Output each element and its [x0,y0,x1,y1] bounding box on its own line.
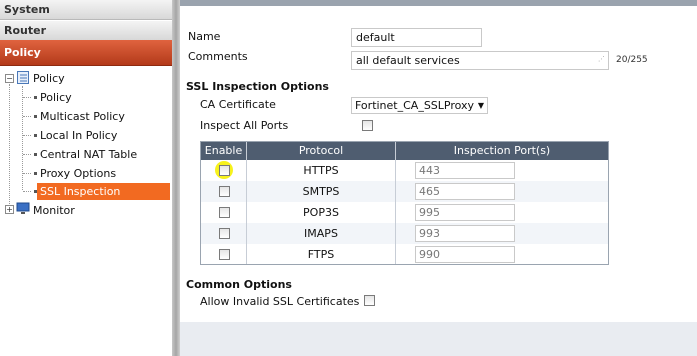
enable-https-checkbox[interactable] [219,165,230,176]
tree-connector [23,116,31,117]
ca-certificate-label: CA Certificate [200,98,276,111]
enable-ftps-checkbox[interactable] [219,249,230,260]
bullet-icon [34,134,37,137]
bullet-icon [34,172,37,175]
column-divider [246,142,247,264]
inspect-all-ports-checkbox[interactable] [362,120,373,131]
pop3s-port-input[interactable]: 995 [415,204,515,221]
tree-item-multicast-policy[interactable]: Multicast Policy [40,108,125,125]
table-row: FTPS 990 [201,244,608,265]
enable-smtps-checkbox[interactable] [219,186,230,197]
header-enable[interactable]: Enable [201,142,246,160]
allow-invalid-ssl-label: Allow Invalid SSL Certificates [200,295,360,308]
name-input[interactable]: default [351,28,482,47]
tree-item-monitor[interactable]: Monitor [33,202,75,219]
policy-list-icon [17,71,29,84]
expand-monitor-button[interactable]: + [5,205,14,214]
inspect-all-ports-label: Inspect All Ports [200,119,289,132]
comments-counter: 20/255 [616,55,648,65]
tree-connector [22,86,23,190]
protocol-cell: SMTPS [302,185,340,198]
tree-item-central-nat-table[interactable]: Central NAT Table [40,146,137,163]
dropdown-arrow-icon: ▼ [477,101,484,110]
bullet-icon [34,153,37,156]
imaps-port-input[interactable]: 993 [415,225,515,242]
comments-label: Comments [188,50,248,63]
menu-policy[interactable]: Policy [0,40,172,66]
monitor-icon [16,202,30,214]
common-options-heading: Common Options [186,278,292,291]
ssl-inspection-options-heading: SSL Inspection Options [186,80,329,93]
table-row: HTTPS 443 [201,160,608,181]
smtps-port-input[interactable]: 465 [415,183,515,200]
resize-grip-icon[interactable]: ⋰ [598,55,605,63]
ftps-port-input[interactable]: 990 [415,246,515,263]
navigation-panel: System Router Policy − Policy Policy Mul… [0,0,172,356]
menu-system[interactable]: System [0,0,172,20]
enable-imaps-checkbox[interactable] [219,228,230,239]
top-border [180,0,697,6]
name-label: Name [188,30,221,43]
header-protocol[interactable]: Protocol [247,142,395,160]
ssl-inspection-form: Name default Comments all default servic… [180,0,697,356]
tree-connector [23,97,31,98]
protocol-cell: IMAPS [304,227,338,240]
protocol-cell: POP3S [303,206,339,219]
bullet-icon [34,115,37,118]
tree-item-local-in-policy[interactable]: Local In Policy [40,127,117,144]
footer-area [180,322,697,356]
table-row: IMAPS 993 [201,223,608,244]
tree-connector [9,84,10,212]
tree-connector [23,191,31,192]
panel-splitter[interactable] [172,0,180,356]
protocol-cell: FTPS [307,248,335,261]
column-divider [395,142,396,264]
protocol-cell: HTTPS [303,164,339,177]
menu-router[interactable]: Router [0,21,172,41]
ca-certificate-select[interactable]: Fortinet_CA_SSLProxy ▼ [351,97,488,114]
tree-item-ssl-inspection[interactable]: SSL Inspection [37,183,170,200]
https-port-input[interactable]: 443 [415,162,515,179]
comments-textarea[interactable]: all default services [351,51,609,70]
tree-connector [23,173,31,174]
tree-item-policy[interactable]: Policy [40,89,72,106]
tree-item-policy-folder[interactable]: Policy [33,70,65,87]
ca-certificate-value: Fortinet_CA_SSLProxy [355,99,475,112]
allow-invalid-ssl-checkbox[interactable] [364,295,375,306]
table-row: POP3S 995 [201,202,608,223]
collapse-policy-button[interactable]: − [5,74,14,83]
enable-pop3s-checkbox[interactable] [219,207,230,218]
table-row: SMTPS 465 [201,181,608,202]
tree-item-proxy-options[interactable]: Proxy Options [40,165,116,182]
tree-connector [23,154,31,155]
bullet-icon [34,96,37,99]
inspection-ports-table: Enable Protocol Inspection Port(s) HTTPS… [200,141,609,265]
tree-connector [23,135,31,136]
header-inspection-ports[interactable]: Inspection Port(s) [396,142,608,160]
